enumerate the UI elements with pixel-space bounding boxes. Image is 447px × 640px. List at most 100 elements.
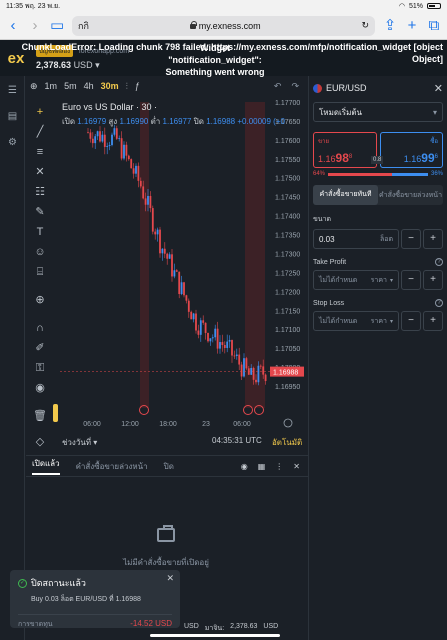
trash-icon[interactable]: 🗑 (32, 408, 48, 424)
tab-market-order[interactable]: คำสั่งซื้อขายทันที (313, 185, 378, 205)
tab-open-orders[interactable]: เปิดแล้ว (32, 457, 60, 475)
magnet-icon[interactable]: ∩ (32, 320, 48, 336)
padlock-icon[interactable]: ⚿ (32, 360, 48, 376)
channel-icon[interactable]: ≡ (32, 144, 48, 160)
stop-loss-decrease-button[interactable]: − (401, 311, 421, 331)
add-indicator-icon[interactable]: ⊕ (30, 81, 38, 92)
loss-value: -14.52 USD (130, 619, 172, 628)
back-icon[interactable]: ‹ (6, 18, 20, 33)
candle (108, 145, 111, 146)
settings-icon[interactable]: ⚙ (6, 136, 19, 149)
candle (233, 355, 236, 357)
text-tool-icon[interactable]: T (32, 224, 48, 240)
candle (151, 208, 154, 232)
book-icon[interactable]: ▭ (50, 18, 64, 33)
tabs-icon[interactable]: ⧉ (427, 18, 441, 33)
eye-icon[interactable]: ◉ (241, 462, 248, 471)
timeframe-30m[interactable]: 30m (101, 81, 119, 91)
candle (252, 367, 255, 380)
chart-type-icon[interactable]: ⫶ (126, 81, 128, 92)
time-tick-label: 06:00 (233, 421, 251, 428)
candle (161, 248, 164, 254)
candle (156, 229, 159, 235)
candle (142, 186, 145, 199)
candle (250, 367, 253, 375)
toast-description: Buy 0.03 ล็อต EUR/USD ที่ 1.16988 (31, 596, 141, 603)
stop-loss-unit[interactable]: ราคา (371, 316, 387, 327)
layers-icon[interactable]: ▦ (258, 462, 266, 471)
notification-toast: ✓ ปิดสถานะแล้ว ✕ Buy 0.03 ล็อต EUR/USD ที… (10, 570, 180, 628)
trendline-icon[interactable]: ╱ (32, 124, 48, 140)
close-label: ปิด (193, 117, 204, 126)
volume-increase-button[interactable]: + (423, 229, 443, 249)
trading-mode-select[interactable]: โหมดเริ่มต้น ▾ (313, 102, 443, 122)
emoji-icon[interactable]: ☺ (32, 244, 48, 260)
candle (223, 345, 226, 349)
close-icon[interactable]: ✕ (166, 573, 174, 584)
candle (147, 195, 149, 205)
date-range-selector[interactable]: ช่วงวันที่ ▾ (62, 436, 97, 449)
share-icon[interactable]: ⇪ (383, 18, 397, 33)
timeframe-5m[interactable]: 5m (64, 81, 77, 91)
url-bar[interactable]: กกิ my.exness.com ↻ (72, 15, 375, 36)
stop-loss-increase-button[interactable]: + (423, 311, 443, 331)
candle (262, 366, 265, 375)
chart-clock: 04:35:31 UTC (212, 436, 262, 445)
candle (202, 320, 205, 323)
undo-icon[interactable]: ↶ (274, 81, 282, 92)
check-icon: ✓ (18, 578, 27, 588)
volume-field: 0.03 ล็อต − + (313, 229, 443, 249)
orders-tabs: เปิดแล้ว คำสั่งซื้อขายล่วงหน้า ปิด ◉ ▦ ⋮… (26, 455, 308, 477)
sell-price-main: 1.16 (318, 154, 336, 164)
current-price-label: 1.16988 (273, 370, 298, 377)
redo-icon[interactable]: ↷ (291, 81, 299, 92)
pattern-icon[interactable]: ✕ (32, 164, 48, 180)
timeframe-4h[interactable]: 4h (84, 81, 94, 91)
forward-icon[interactable]: › (28, 18, 42, 33)
candle (183, 282, 185, 296)
session-band (245, 102, 265, 408)
ruler-icon[interactable]: ⌸ (32, 264, 48, 280)
take-profit-increase-button[interactable]: + (423, 270, 443, 290)
help-icon[interactable]: ? (435, 299, 443, 307)
calendar-icon[interactable]: ▤ (6, 110, 19, 123)
chunk-error-message: ChunkLoadError: Loading chunk 798 failed… (21, 42, 443, 64)
sell-button[interactable]: ขาย 1.16988 (313, 132, 377, 168)
take-profit-input[interactable]: ไม่ได้กำหนด ราคา ▾ (313, 270, 399, 290)
tab-pending-order[interactable]: คำสั่งซื้อขายล่วงหน้า (378, 190, 443, 201)
take-profit-unit[interactable]: ราคา (371, 275, 387, 286)
tab-label[interactable]: กกิ (78, 19, 89, 33)
tab-closed-orders[interactable]: ปิด (164, 460, 174, 473)
auto-scale-toggle[interactable]: อัตโนมัติ (272, 436, 302, 449)
more-icon[interactable]: ⋮ (275, 462, 283, 471)
new-tab-icon[interactable]: + (405, 18, 419, 33)
stop-loss-field: ไม่ได้กำหนด ราคา ▾ − + (313, 311, 443, 331)
menu-icon[interactable]: ☰ (6, 84, 19, 97)
reload-icon[interactable]: ↻ (361, 20, 369, 31)
indicators-icon[interactable]: ƒ (135, 81, 140, 91)
candle (243, 358, 245, 377)
tab-pending-orders[interactable]: คำสั่งซื้อขายล่วงหน้า (76, 460, 148, 473)
crosshair-icon[interactable]: + (32, 104, 48, 120)
candlestick-chart[interactable]: 1.177001.176501.176001.175501.175001.174… (56, 96, 305, 433)
brush-icon[interactable]: ✎ (32, 204, 48, 220)
help-icon[interactable]: ? (435, 258, 443, 266)
candle (238, 354, 241, 365)
lock-drawing-icon[interactable]: ✐ (32, 340, 48, 356)
buy-button[interactable]: ซื้อ 1.16996 (379, 132, 443, 168)
buy-price-sup: 6 (434, 154, 438, 160)
zoom-in-icon[interactable]: ⊕ (32, 292, 48, 308)
close-icon[interactable]: ✕ (434, 82, 443, 95)
high-label: สูง (108, 117, 118, 126)
fib-icon[interactable]: ☷ (32, 184, 48, 200)
diamond-icon[interactable]: ◇ (32, 434, 48, 450)
volume-input[interactable]: 0.03 ล็อต (313, 229, 399, 249)
stop-loss-input[interactable]: ไม่ได้กำหนด ราคา ▾ (313, 311, 399, 331)
close-icon[interactable]: ✕ (293, 462, 300, 471)
chart-side-handle[interactable] (53, 404, 58, 422)
eye-icon[interactable]: ◉ (32, 380, 48, 396)
volume-decrease-button[interactable]: − (401, 229, 421, 249)
take-profit-decrease-button[interactable]: − (401, 270, 421, 290)
timeframe-1m[interactable]: 1m (45, 81, 58, 91)
volume-label: ขนาด (313, 216, 332, 223)
